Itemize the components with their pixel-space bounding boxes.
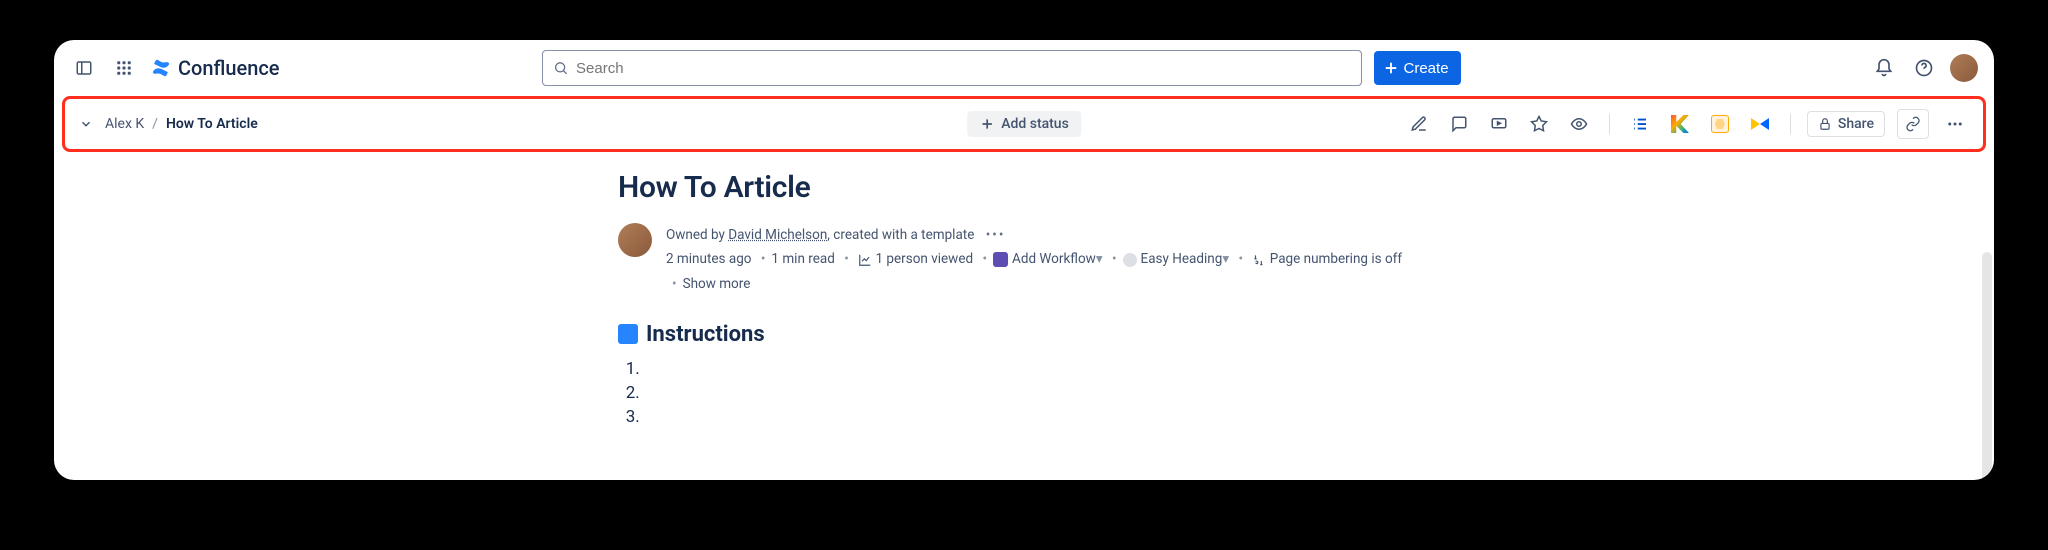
- more-actions-icon[interactable]: [1941, 110, 1969, 138]
- search-icon: [553, 60, 569, 76]
- star-icon[interactable]: [1525, 110, 1553, 138]
- divider: [1609, 114, 1610, 134]
- global-topbar: Confluence Create: [54, 40, 1994, 96]
- watch-icon[interactable]: [1565, 110, 1593, 138]
- page-title: How To Article: [618, 170, 1518, 205]
- add-status-label: Add status: [1001, 116, 1069, 132]
- breadcrumb-space[interactable]: Alex K: [105, 116, 144, 132]
- analytics-icon: [858, 253, 872, 267]
- easy-heading-icon: [1123, 253, 1137, 267]
- list-item[interactable]: [644, 407, 1518, 427]
- present-icon[interactable]: [1485, 110, 1513, 138]
- list-item[interactable]: [644, 359, 1518, 379]
- create-button[interactable]: Create: [1374, 51, 1461, 85]
- owner-link[interactable]: David Michelson: [728, 227, 827, 243]
- app-switcher-icon[interactable]: [110, 54, 138, 82]
- template-label: , created with a template: [827, 227, 974, 243]
- comment-icon[interactable]: [1445, 110, 1473, 138]
- page-toolbar-highlight: Alex K / How To Article Add status: [62, 96, 1986, 152]
- instructions-label: Instructions: [646, 322, 765, 347]
- page-content: How To Article Owned by David Michelson,…: [54, 152, 1994, 480]
- share-label: Share: [1838, 116, 1874, 132]
- product-name: Confluence: [178, 56, 280, 80]
- breadcrumb-collapse-icon[interactable]: [79, 117, 95, 131]
- breadcrumb-current: How To Article: [166, 116, 258, 132]
- instructions-list: [644, 359, 1518, 427]
- product-logo[interactable]: Confluence: [150, 56, 280, 80]
- numbering-icon: [1252, 253, 1266, 267]
- byline: Owned by David Michelson, created with a…: [666, 223, 1402, 296]
- viewers-group[interactable]: 1 person viewed: [838, 251, 976, 267]
- owned-by-label: Owned by: [666, 227, 728, 243]
- instructions-heading: Instructions: [618, 322, 1518, 347]
- lock-icon: [1818, 117, 1832, 131]
- add-status-button[interactable]: Add status: [967, 111, 1081, 137]
- confluence-icon: [150, 57, 172, 79]
- byline-row: Owned by David Michelson, created with a…: [618, 223, 1518, 296]
- breadcrumb: Alex K / How To Article: [105, 116, 258, 132]
- document: How To Article Owned by David Michelson,…: [618, 170, 1518, 427]
- topbar-right: [1870, 54, 1978, 82]
- page-toolbar: Alex K / How To Article Add status: [65, 99, 1983, 149]
- sidebar-toggle-icon[interactable]: [70, 54, 98, 82]
- owner-avatar[interactable]: [618, 223, 652, 257]
- search-input[interactable]: [576, 60, 1350, 77]
- page-numbering-button[interactable]: Page numbering is off: [1232, 251, 1402, 267]
- page-age: 2 minutes ago: [666, 251, 751, 267]
- add-workflow-button[interactable]: Add Workflow▾: [976, 251, 1102, 267]
- help-icon[interactable]: [1910, 54, 1938, 82]
- easy-heading-button[interactable]: Easy Heading▾: [1106, 251, 1229, 267]
- copy-link-button[interactable]: [1897, 109, 1929, 139]
- app-window: Confluence Create Alex K: [54, 40, 1994, 480]
- share-button[interactable]: Share: [1807, 111, 1885, 137]
- app-image-icon[interactable]: [1706, 110, 1734, 138]
- user-avatar[interactable]: [1950, 54, 1978, 82]
- app-tri-icon[interactable]: [1746, 110, 1774, 138]
- byline-more-icon[interactable]: •••: [986, 227, 1006, 243]
- app-k-icon[interactable]: [1666, 110, 1694, 138]
- list-icon[interactable]: [1626, 110, 1654, 138]
- page-actions: Share: [1405, 109, 1969, 139]
- scrollbar[interactable]: [1982, 252, 1992, 480]
- breadcrumb-separator: /: [152, 116, 158, 132]
- plus-icon: [1382, 59, 1400, 77]
- link-icon: [1905, 116, 1921, 132]
- global-search[interactable]: [542, 50, 1362, 86]
- edit-icon[interactable]: [1405, 110, 1433, 138]
- notifications-icon[interactable]: [1870, 54, 1898, 82]
- create-label: Create: [1404, 60, 1449, 77]
- plus-icon: [979, 116, 995, 132]
- instructions-icon: [618, 324, 638, 344]
- divider: [1790, 114, 1791, 134]
- list-item[interactable]: [644, 383, 1518, 403]
- workflow-badge-icon: [993, 252, 1008, 267]
- read-time: 1 min read: [755, 251, 835, 267]
- show-more-button[interactable]: Show more: [666, 276, 750, 292]
